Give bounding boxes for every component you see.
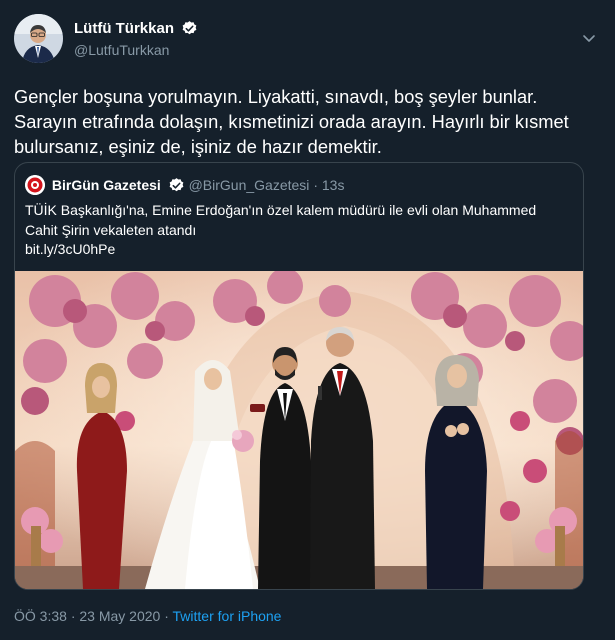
tweet-date[interactable]: 23 May 2020 xyxy=(79,608,160,624)
quoted-text: TÜİK Başkanlığı'na, Emine Erdoğan'ın öze… xyxy=(25,201,570,260)
tweet-footer: ÖÖ 3:38 · 23 May 2020 · Twitter for iPho… xyxy=(14,608,281,624)
quoted-text-line: TÜİK Başkanlığı'na, Emine Erdoğan'ın öze… xyxy=(25,202,537,218)
footer-separator: · xyxy=(164,608,169,624)
tweet-source[interactable]: Twitter for iPhone xyxy=(173,608,282,624)
tweet-time[interactable]: ÖÖ 3:38 xyxy=(14,608,67,624)
tweet-text-line: Gençler boşuna yorulmayın. Liyakatti, sı… xyxy=(14,86,538,107)
footer-separator: · xyxy=(70,608,76,624)
tweet-text-line: Sarayın etrafında dolaşın, kısmetinizi o… xyxy=(14,111,569,132)
author-block[interactable]: Lütfü Türkkan @LutfuTurkkan xyxy=(74,20,198,58)
quoted-avatar[interactable] xyxy=(25,175,45,195)
quoted-separator: · xyxy=(313,177,318,193)
quoted-text-line: Cahit Şirin vekaleten atandı xyxy=(25,221,197,238)
author-name[interactable]: Lütfü Türkkan xyxy=(74,20,174,37)
quoted-photo[interactable] xyxy=(15,271,583,589)
avatar[interactable] xyxy=(14,14,63,63)
tweet-text-line: bulursanız, eşiniz de, işiniz de hazır d… xyxy=(14,136,382,157)
quoted-timestamp[interactable]: 13s xyxy=(322,177,345,193)
quoted-header: BirGün Gazetesi @BirGun_Gazetesi · 13s xyxy=(25,175,344,195)
quoted-author-handle: @BirGun_Gazetesi xyxy=(188,177,310,193)
verified-badge-icon xyxy=(181,20,198,37)
quoted-tweet[interactable]: BirGün Gazetesi @BirGun_Gazetesi · 13s T… xyxy=(14,162,584,590)
verified-badge-icon xyxy=(168,177,185,194)
tweet-card[interactable]: Lütfü Türkkan @LutfuTurkkan Gençler boşu… xyxy=(0,0,615,640)
quoted-link[interactable]: bit.ly/3cU0hPe xyxy=(25,240,570,260)
tweet-header: Lütfü Türkkan @LutfuTurkkan xyxy=(14,14,601,64)
chevron-down-icon[interactable] xyxy=(581,30,597,46)
quoted-author-name[interactable]: BirGün Gazetesi xyxy=(52,177,161,193)
tweet-text: Gençler boşuna yorulmayın. Liyakatti, sı… xyxy=(14,84,599,159)
author-handle: @LutfuTurkkan xyxy=(74,42,170,58)
